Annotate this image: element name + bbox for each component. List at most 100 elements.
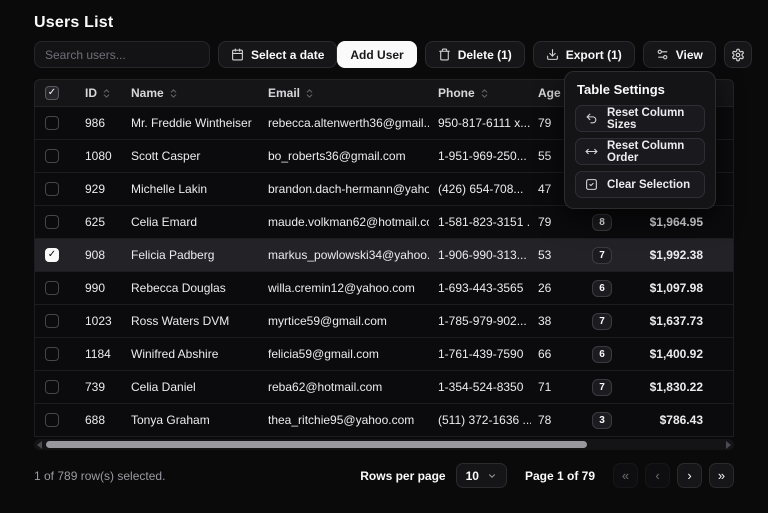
visits-badge: 7 <box>592 247 612 264</box>
cell-amount: $1,830.22 <box>625 380 733 394</box>
cell-id: 986 <box>73 116 119 130</box>
scroll-right-arrow-icon[interactable] <box>726 441 731 449</box>
column-header-phone[interactable]: Phone <box>429 86 531 100</box>
sliders-icon <box>656 48 669 61</box>
cell-id: 1023 <box>73 314 119 328</box>
cell-name: Michelle Lakin <box>119 182 257 196</box>
page-title: Users List <box>34 14 734 32</box>
left-right-arrow-icon <box>585 145 598 158</box>
row-checkbox[interactable] <box>45 347 59 361</box>
row-checkbox[interactable] <box>45 380 59 394</box>
cell-name: Ross Waters DVM <box>119 314 257 328</box>
table-row[interactable]: 739 Celia Daniel reba62@hotmail.com 1-35… <box>34 371 734 404</box>
row-checkbox[interactable] <box>45 215 59 229</box>
cell-amount: $1,992.38 <box>625 248 733 262</box>
cell-name: Rebecca Douglas <box>119 281 257 295</box>
cell-name: Scott Casper <box>119 149 257 163</box>
cell-name: Felicia Padberg <box>119 248 257 262</box>
cell-email: rebecca.altenwerth36@gmail.... <box>257 116 429 130</box>
row-checkbox[interactable] <box>45 314 59 328</box>
menu-item-reset-column-sizes[interactable]: Reset Column Sizes <box>575 105 705 132</box>
cell-age: 71 <box>531 380 579 394</box>
add-user-button[interactable]: Add User <box>337 41 416 68</box>
table-row[interactable]: 1184 Winifred Abshire felicia59@gmail.co… <box>34 338 734 371</box>
cell-id: 1080 <box>73 149 119 163</box>
visits-badge: 6 <box>592 346 612 363</box>
cell-name: Mr. Freddie Wintheiser <box>119 116 257 130</box>
row-checkbox[interactable] <box>45 149 59 163</box>
page-info: Page 1 of 79 <box>525 469 595 483</box>
table-row[interactable]: 625 Celia Emard maude.volkman62@hotmail.… <box>34 206 734 239</box>
scrollbar-track[interactable] <box>46 441 722 448</box>
table-row[interactable]: 990 Rebecca Douglas willa.cremin12@yahoo… <box>34 272 734 305</box>
cell-phone: 1-354-524-8350 <box>429 380 531 394</box>
column-header-name[interactable]: Name <box>119 86 257 100</box>
view-button[interactable]: View <box>643 41 716 68</box>
undo-icon <box>585 112 598 125</box>
row-checkbox[interactable] <box>45 413 59 427</box>
delete-button[interactable]: Delete (1) <box>425 41 525 68</box>
select-all-checkbox[interactable] <box>45 86 59 100</box>
chevron-down-icon <box>487 471 497 481</box>
menu-item-reset-column-order[interactable]: Reset Column Order <box>575 138 705 165</box>
rows-per-page-select[interactable]: 10 <box>456 463 507 488</box>
row-checkbox[interactable] <box>45 248 59 262</box>
date-picker-label: Select a date <box>251 48 324 62</box>
download-icon <box>546 48 559 61</box>
scroll-left-arrow-icon[interactable] <box>37 441 42 449</box>
previous-page-button[interactable]: ‹ <box>645 463 670 488</box>
table-row-selected[interactable]: 908 Felicia Padberg markus_powlowski34@y… <box>34 239 734 272</box>
menu-item-label: Reset Column Order <box>607 140 695 164</box>
cell-email: willa.cremin12@yahoo.com <box>257 281 429 295</box>
horizontal-scrollbar[interactable] <box>34 439 734 450</box>
next-page-button[interactable]: › <box>677 463 702 488</box>
cell-email: thea_ritchie95@yahoo.com <box>257 413 429 427</box>
table-footer: 1 of 789 row(s) selected. Rows per page … <box>34 463 734 488</box>
rows-per-page-label: Rows per page <box>360 469 445 483</box>
cell-phone: (511) 372-1636 ... <box>429 413 531 427</box>
sort-icon <box>479 88 490 99</box>
menu-title: Table Settings <box>577 82 705 97</box>
visits-badge: 7 <box>592 379 612 396</box>
visits-badge: 7 <box>592 313 612 330</box>
export-button[interactable]: Export (1) <box>533 41 635 68</box>
table-settings-menu: Table Settings Reset Column Sizes Reset … <box>564 71 716 209</box>
scrollbar-thumb[interactable] <box>46 441 587 448</box>
view-label: View <box>676 48 703 62</box>
gear-icon <box>731 48 745 62</box>
sort-icon <box>168 88 179 99</box>
column-header-email[interactable]: Email <box>257 86 429 100</box>
search-input[interactable] <box>34 41 210 68</box>
row-checkbox[interactable] <box>45 116 59 130</box>
cell-email: myrtice59@gmail.com <box>257 314 429 328</box>
column-header-id[interactable]: ID <box>73 86 119 100</box>
cell-name: Celia Daniel <box>119 380 257 394</box>
export-label: Export (1) <box>566 48 622 62</box>
date-picker-button[interactable]: Select a date <box>218 41 337 68</box>
calendar-icon <box>231 48 244 61</box>
cell-phone: 1-581-823-3151 ... <box>429 215 531 229</box>
menu-item-label: Clear Selection <box>607 179 690 191</box>
last-page-button[interactable]: » <box>709 463 734 488</box>
table-row[interactable]: 688 Tonya Graham thea_ritchie95@yahoo.co… <box>34 404 734 437</box>
cell-phone: 1-693-443-3565 <box>429 281 531 295</box>
cell-name: Tonya Graham <box>119 413 257 427</box>
cell-phone: 1-951-969-250... <box>429 149 531 163</box>
settings-button[interactable] <box>724 41 752 68</box>
row-checkbox[interactable] <box>45 281 59 295</box>
table-row[interactable]: 1023 Ross Waters DVM myrtice59@gmail.com… <box>34 305 734 338</box>
menu-item-clear-selection[interactable]: Clear Selection <box>575 171 705 198</box>
delete-label: Delete (1) <box>458 48 512 62</box>
cell-phone: 1-761-439-7590 <box>429 347 531 361</box>
cell-age: 53 <box>531 248 579 262</box>
cell-amount: $1,097.98 <box>625 281 733 295</box>
cell-email: bo_roberts36@gmail.com <box>257 149 429 163</box>
row-checkbox[interactable] <box>45 182 59 196</box>
menu-item-label: Reset Column Sizes <box>607 107 695 131</box>
cell-phone: 1-785-979-902... <box>429 314 531 328</box>
cell-age: 79 <box>531 215 579 229</box>
sort-icon <box>101 88 112 99</box>
cell-phone: 950-817-6111 x... <box>429 116 531 130</box>
first-page-button[interactable]: « <box>613 463 638 488</box>
cell-id: 929 <box>73 182 119 196</box>
